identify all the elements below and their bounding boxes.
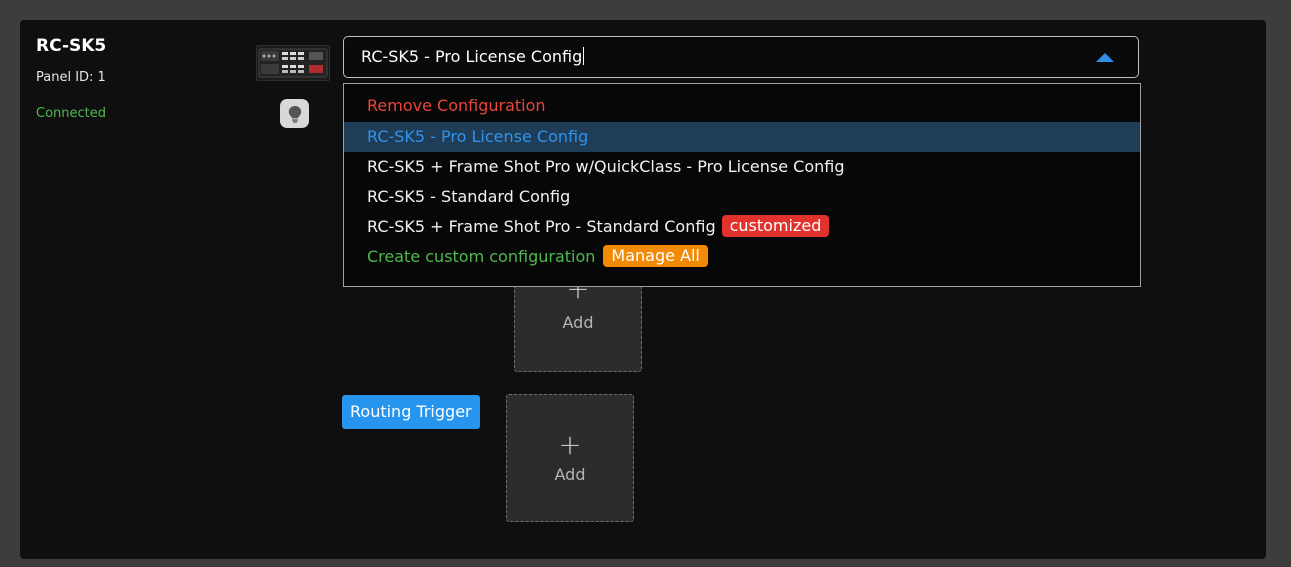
- config-option-pro-license[interactable]: RC-SK5 - Pro License Config: [344, 122, 1140, 152]
- lightbulb-button[interactable]: [280, 99, 309, 128]
- configuration-select[interactable]: RC-SK5 - Pro License Config: [343, 36, 1139, 78]
- plus-icon: +: [558, 428, 582, 461]
- create-custom-configuration-option[interactable]: Create custom configuration Manage All: [344, 242, 1140, 272]
- panel-id: Panel ID: 1: [36, 70, 106, 85]
- config-option-frame-shot-quickclass-pro[interactable]: RC-SK5 + Frame Shot Pro w/QuickClass - P…: [344, 152, 1140, 182]
- rc-sk5-panel-icon: [256, 45, 330, 81]
- connection-status: Connected: [36, 106, 107, 121]
- customized-badge: customized: [721, 215, 830, 237]
- add-label: Add: [554, 465, 586, 484]
- app-background: RC-SK5 Panel ID: 1 Connected RC-SK5 - Pr…: [0, 0, 1291, 567]
- config-option-standard[interactable]: RC-SK5 - Standard Config: [344, 182, 1140, 212]
- remove-configuration-option[interactable]: Remove Configuration: [344, 91, 1140, 121]
- routing-trigger-button[interactable]: Routing Trigger: [342, 395, 480, 429]
- text-cursor: [583, 47, 585, 65]
- config-option-label: RC-SK5 + Frame Shot Pro - Standard Confi…: [367, 217, 716, 236]
- create-custom-label: Create custom configuration: [367, 247, 596, 266]
- add-label: Add: [562, 313, 594, 332]
- caret-up-icon[interactable]: [1096, 53, 1114, 62]
- configuration-select-value[interactable]: RC-SK5 - Pro License Config: [361, 47, 585, 66]
- configuration-dropdown-menu: Remove Configuration RC-SK5 - Pro Licens…: [343, 83, 1141, 287]
- config-option-frame-shot-standard[interactable]: RC-SK5 + Frame Shot Pro - Standard Confi…: [344, 212, 1140, 242]
- lightbulb-icon: [288, 105, 301, 123]
- manage-all-button[interactable]: Manage All: [603, 245, 708, 267]
- device-name: RC-SK5: [36, 36, 107, 56]
- add-routing-trigger-slot-button[interactable]: + Add: [506, 394, 634, 522]
